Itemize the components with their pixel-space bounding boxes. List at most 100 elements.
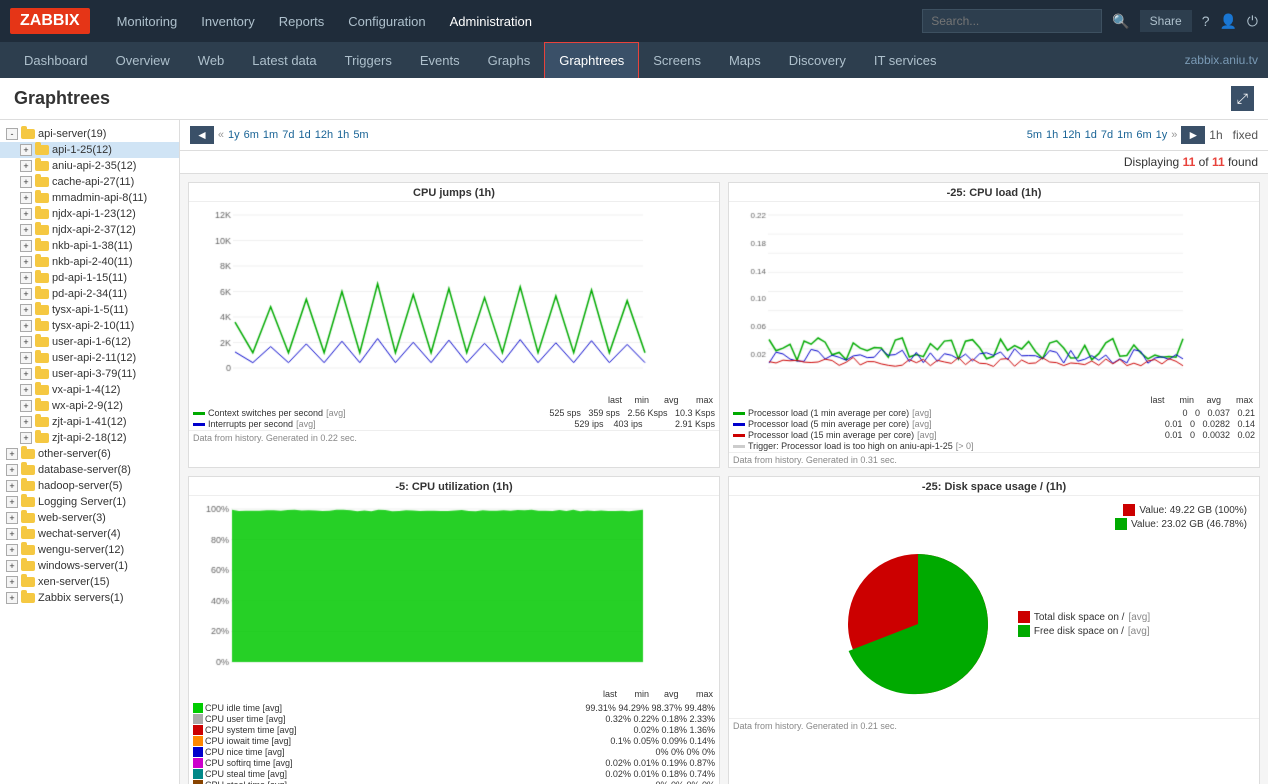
sidebar-expand-icon[interactable]: + [20, 336, 32, 348]
sidebar-item-web[interactable]: + web-server(3) [0, 510, 179, 526]
sidebar-item-database[interactable]: + database-server(8) [0, 462, 179, 478]
sidebar-expand-icon[interactable]: - [6, 128, 18, 140]
sidebar-item-windows[interactable]: + windows-server(1) [0, 558, 179, 574]
sidebar-item-nkb-2[interactable]: + nkb-api-2-40(11) [0, 254, 179, 270]
sidebar-item-hadoop[interactable]: + hadoop-server(5) [0, 478, 179, 494]
sidebar-expand-icon[interactable]: + [20, 400, 32, 412]
sidebar-expand-icon[interactable]: + [20, 144, 32, 156]
sidebar-expand-icon[interactable]: + [20, 416, 32, 428]
tab-it-services[interactable]: IT services [860, 42, 951, 78]
sidebar-item-xen[interactable]: + xen-server(15) [0, 574, 179, 590]
time-link-7d-next[interactable]: 7d [1101, 129, 1113, 141]
sidebar-expand-icon[interactable]: + [6, 480, 18, 492]
sidebar-expand-icon[interactable]: + [20, 304, 32, 316]
sidebar-expand-icon[interactable]: + [20, 224, 32, 236]
time-link-6m-next[interactable]: 6m [1136, 129, 1151, 141]
sidebar-item-zabbix[interactable]: + Zabbix servers(1) [0, 590, 179, 606]
sidebar-expand-icon[interactable]: + [20, 288, 32, 300]
sidebar-item-zjt-2[interactable]: + zjt-api-2-18(12) [0, 430, 179, 446]
time-link-5m-next[interactable]: 5m [1027, 129, 1042, 141]
time-link-1m-next[interactable]: 1m [1117, 129, 1132, 141]
nav-configuration[interactable]: Configuration [336, 0, 437, 42]
sidebar-expand-icon[interactable]: + [20, 192, 32, 204]
sidebar-expand-icon[interactable]: + [6, 464, 18, 476]
time-link-12h-prev[interactable]: 12h [315, 129, 333, 141]
sidebar-item-pd-2[interactable]: + pd-api-2-34(11) [0, 286, 179, 302]
sidebar-item-wx[interactable]: + wx-api-2-9(12) [0, 398, 179, 414]
sidebar-item-aniu-api[interactable]: + aniu-api-2-35(12) [0, 158, 179, 174]
sidebar-item-user-1[interactable]: + user-api-1-6(12) [0, 334, 179, 350]
sidebar-expand-icon[interactable]: + [6, 576, 18, 588]
sidebar-item-zjt-1[interactable]: + zjt-api-1-41(12) [0, 414, 179, 430]
search-input[interactable] [922, 9, 1102, 33]
sidebar-item-tysx-1[interactable]: + tysx-api-1-5(11) [0, 302, 179, 318]
sidebar-expand-icon[interactable]: + [6, 592, 18, 604]
nav-inventory[interactable]: Inventory [189, 0, 266, 42]
sidebar-expand-icon[interactable]: + [20, 368, 32, 380]
tab-graphs[interactable]: Graphs [474, 42, 545, 78]
time-link-1d-prev[interactable]: 1d [298, 129, 310, 141]
share-button[interactable]: Share [1140, 10, 1192, 32]
user-icon[interactable]: 👤 [1219, 13, 1236, 30]
sidebar-expand-icon[interactable]: + [6, 544, 18, 556]
sidebar-expand-icon[interactable]: + [20, 384, 32, 396]
time-link-5m-prev[interactable]: 5m [353, 129, 368, 141]
sidebar-item-wechat[interactable]: + wechat-server(4) [0, 526, 179, 542]
tab-dashboard[interactable]: Dashboard [10, 42, 102, 78]
time-link-7d-prev[interactable]: 7d [282, 129, 294, 141]
sidebar-expand-icon[interactable]: + [20, 240, 32, 252]
time-link-1y-prev[interactable]: 1y [228, 129, 240, 141]
sidebar-item-logging[interactable]: + Logging Server(1) [0, 494, 179, 510]
sidebar-expand-icon[interactable]: + [20, 352, 32, 364]
sidebar-item-mmadmin[interactable]: + mmadmin-api-8(11) [0, 190, 179, 206]
tab-discovery[interactable]: Discovery [775, 42, 860, 78]
power-icon[interactable]: ⏻ [1247, 13, 1258, 30]
sidebar-item-other-server[interactable]: + other-server(6) [0, 446, 179, 462]
sidebar-expand-icon[interactable]: + [20, 160, 32, 172]
sidebar-expand-icon[interactable]: + [20, 320, 32, 332]
tab-graphtrees[interactable]: Graphtrees [544, 42, 639, 78]
time-link-1y-next[interactable]: 1y [1156, 129, 1168, 141]
time-link-1d-next[interactable]: 1d [1085, 129, 1097, 141]
sidebar-expand-icon[interactable]: + [6, 496, 18, 508]
nav-monitoring[interactable]: Monitoring [105, 0, 190, 42]
sidebar-item-user-3[interactable]: + user-api-3-79(11) [0, 366, 179, 382]
sidebar-item-pd-1[interactable]: + pd-api-1-15(11) [0, 270, 179, 286]
sidebar-expand-icon[interactable]: + [20, 208, 32, 220]
tab-screens[interactable]: Screens [639, 42, 715, 78]
tab-latest-data[interactable]: Latest data [238, 42, 330, 78]
tab-triggers[interactable]: Triggers [331, 42, 406, 78]
sidebar-item-api-server[interactable]: - api-server(19) [0, 126, 179, 142]
tab-overview[interactable]: Overview [102, 42, 184, 78]
sidebar-expand-icon[interactable]: + [20, 272, 32, 284]
sidebar-expand-icon[interactable]: + [20, 176, 32, 188]
time-link-6m-prev[interactable]: 6m [244, 129, 259, 141]
sidebar-expand-icon[interactable]: + [20, 432, 32, 444]
time-back-button[interactable]: ◄ [190, 126, 214, 144]
expand-button[interactable]: ⤢ [1231, 86, 1254, 111]
sidebar-expand-icon[interactable]: + [20, 256, 32, 268]
help-icon[interactable]: ? [1202, 13, 1210, 29]
sidebar-item-api-1-25[interactable]: + api-1-25(12) [0, 142, 179, 158]
sidebar-item-vx[interactable]: + vx-api-1-4(12) [0, 382, 179, 398]
sidebar-item-wengu[interactable]: + wengu-server(12) [0, 542, 179, 558]
time-link-1h-prev[interactable]: 1h [337, 129, 349, 141]
search-icon[interactable]: 🔍 [1112, 13, 1129, 30]
sidebar-expand-icon[interactable]: + [6, 512, 18, 524]
sidebar-item-njdx-2[interactable]: + njdx-api-2-37(12) [0, 222, 179, 238]
tab-maps[interactable]: Maps [715, 42, 775, 78]
sidebar-item-user-2[interactable]: + user-api-2-11(12) [0, 350, 179, 366]
time-link-12h-next[interactable]: 12h [1062, 129, 1080, 141]
sidebar-item-cache-api[interactable]: + cache-api-27(11) [0, 174, 179, 190]
sidebar-expand-icon[interactable]: + [6, 528, 18, 540]
nav-administration[interactable]: Administration [438, 0, 544, 42]
tab-events[interactable]: Events [406, 42, 474, 78]
sidebar-expand-icon[interactable]: + [6, 560, 18, 572]
app-logo[interactable]: ZABBIX [10, 8, 90, 34]
nav-reports[interactable]: Reports [267, 0, 337, 42]
time-link-1m-prev[interactable]: 1m [263, 129, 278, 141]
time-forward-button[interactable]: ► [1181, 126, 1205, 144]
time-link-1h-next[interactable]: 1h [1046, 129, 1058, 141]
sidebar-item-njdx-1[interactable]: + njdx-api-1-23(12) [0, 206, 179, 222]
sidebar-item-nkb-1[interactable]: + nkb-api-1-38(11) [0, 238, 179, 254]
